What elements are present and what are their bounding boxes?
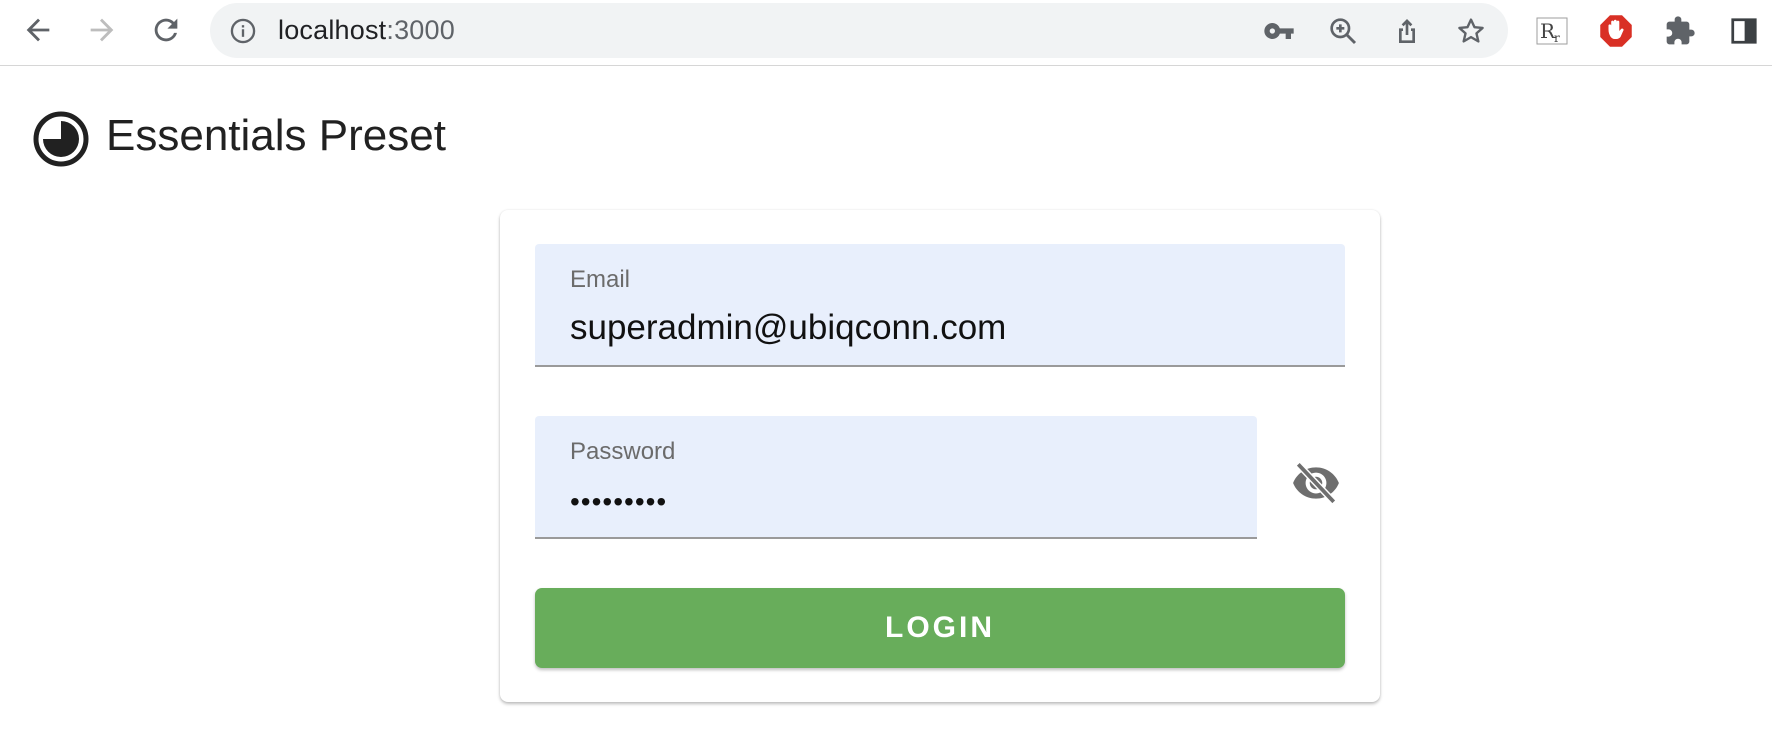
password-field[interactable]: Password ••••••••• xyxy=(535,416,1257,539)
login-button[interactable]: LOGIN xyxy=(535,588,1345,668)
info-icon[interactable] xyxy=(228,16,258,46)
forward-arrow-icon[interactable] xyxy=(78,6,126,54)
browser-toolbar: localhost:3000 Rr xyxy=(0,0,1772,66)
app-title: Essentials Preset xyxy=(106,111,446,160)
rr-extension-icon[interactable]: Rr xyxy=(1532,11,1572,51)
address-bar[interactable]: localhost:3000 xyxy=(210,3,1508,58)
email-label: Email xyxy=(570,266,631,293)
back-arrow-icon[interactable] xyxy=(14,6,62,54)
puzzle-icon[interactable] xyxy=(1660,11,1700,51)
login-card: Email Password ••••••••• LOGIN xyxy=(500,210,1380,702)
url-port: :3000 xyxy=(386,15,455,45)
share-icon[interactable] xyxy=(1386,10,1428,52)
password-label: Password xyxy=(570,438,676,465)
key-icon[interactable] xyxy=(1258,10,1300,52)
zoom-icon[interactable] xyxy=(1322,10,1364,52)
pie-logo-icon xyxy=(33,111,89,167)
email-input[interactable] xyxy=(570,306,1250,350)
adblock-icon[interactable] xyxy=(1596,11,1636,51)
eye-off-icon[interactable] xyxy=(1290,456,1342,508)
svg-text:r: r xyxy=(1554,31,1560,45)
email-field[interactable]: Email xyxy=(535,244,1345,367)
url-host: localhost xyxy=(278,15,387,45)
url-text: localhost:3000 xyxy=(278,3,455,58)
password-input[interactable]: ••••••••• xyxy=(570,482,667,522)
reload-icon[interactable] xyxy=(142,6,190,54)
star-icon[interactable] xyxy=(1450,10,1492,52)
sidepanel-icon[interactable] xyxy=(1724,11,1764,51)
